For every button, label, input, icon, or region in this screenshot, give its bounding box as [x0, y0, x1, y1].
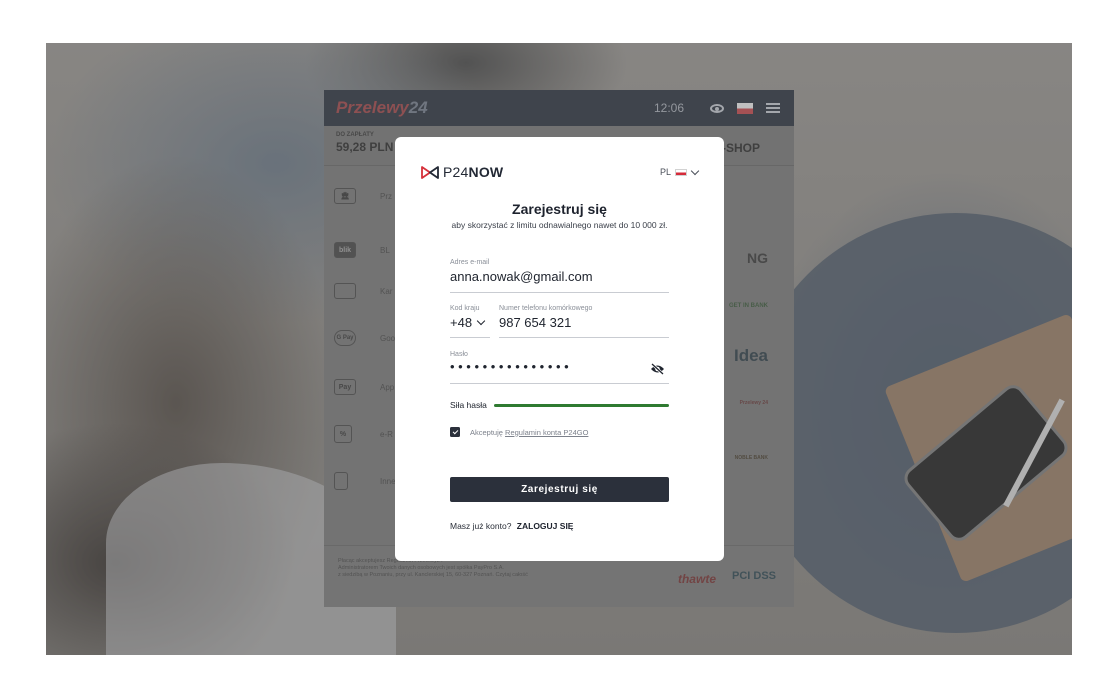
register-modal: P24NOW PL Zarejestruj się aby skorzystać… — [395, 137, 724, 561]
password-field[interactable]: Hasło ••••••••••••••• — [450, 351, 669, 384]
login-prompt-text: Masz już konto? — [450, 521, 512, 531]
country-code-text: +48 — [450, 315, 473, 330]
chevron-down-icon — [690, 166, 700, 175]
login-prompt: Masz już konto? ZALOGUJ SIĘ — [450, 521, 573, 531]
country-code-select[interactable]: Kod kraju +48 — [450, 305, 490, 338]
phone-label: Numer telefonu komórkowego — [499, 305, 593, 312]
register-button[interactable]: Zarejestruj się — [450, 477, 669, 502]
email-field[interactable]: Adres e-mail anna.nowak@gmail.com — [450, 259, 669, 293]
country-code-label: Kod kraju — [450, 305, 480, 312]
eye-off-icon[interactable] — [650, 363, 665, 375]
chevron-down-icon — [476, 316, 486, 325]
login-link[interactable]: ZALOGUJ SIĘ — [517, 521, 574, 531]
modal-header: P24NOW PL — [421, 164, 700, 180]
language-code: PL — [659, 167, 671, 177]
email-input[interactable]: anna.nowak@gmail.com — [450, 269, 669, 287]
password-strength-track — [493, 403, 669, 407]
phone-field[interactable]: Numer telefonu komórkowego 987 654 321 — [499, 305, 669, 338]
terms-text: Akceptuję Regulamin konta P24GO — [470, 428, 588, 437]
password-input[interactable]: ••••••••••••••• — [450, 359, 669, 374]
password-label: Hasło — [450, 351, 468, 358]
brand-bold: NOW — [468, 164, 504, 180]
email-label: Adres e-mail — [450, 259, 490, 266]
poland-flag-icon — [675, 168, 687, 176]
language-selector[interactable]: PL — [659, 166, 700, 177]
terms-prefix: Akceptuję — [470, 427, 506, 437]
modal-title: Zarejestruj się — [512, 201, 607, 217]
password-strength: Siła hasła — [450, 399, 669, 411]
brand-prefix: P24 — [443, 164, 469, 180]
brand-name: P24NOW — [443, 164, 503, 180]
country-code-value: +48 — [450, 315, 490, 330]
password-strength-fill — [493, 403, 669, 407]
terms-consent[interactable]: Akceptuję Regulamin konta P24GO — [450, 427, 588, 437]
password-strength-label: Siła hasła — [450, 400, 487, 410]
modal-subtitle: aby skorzystać z limitu odnawialnego naw… — [451, 220, 668, 230]
terms-checkbox[interactable] — [450, 427, 460, 437]
phone-input[interactable]: 987 654 321 — [499, 315, 669, 333]
terms-link[interactable]: Regulamin konta P24GO — [505, 428, 588, 437]
p24now-logo-icon — [421, 165, 439, 179]
